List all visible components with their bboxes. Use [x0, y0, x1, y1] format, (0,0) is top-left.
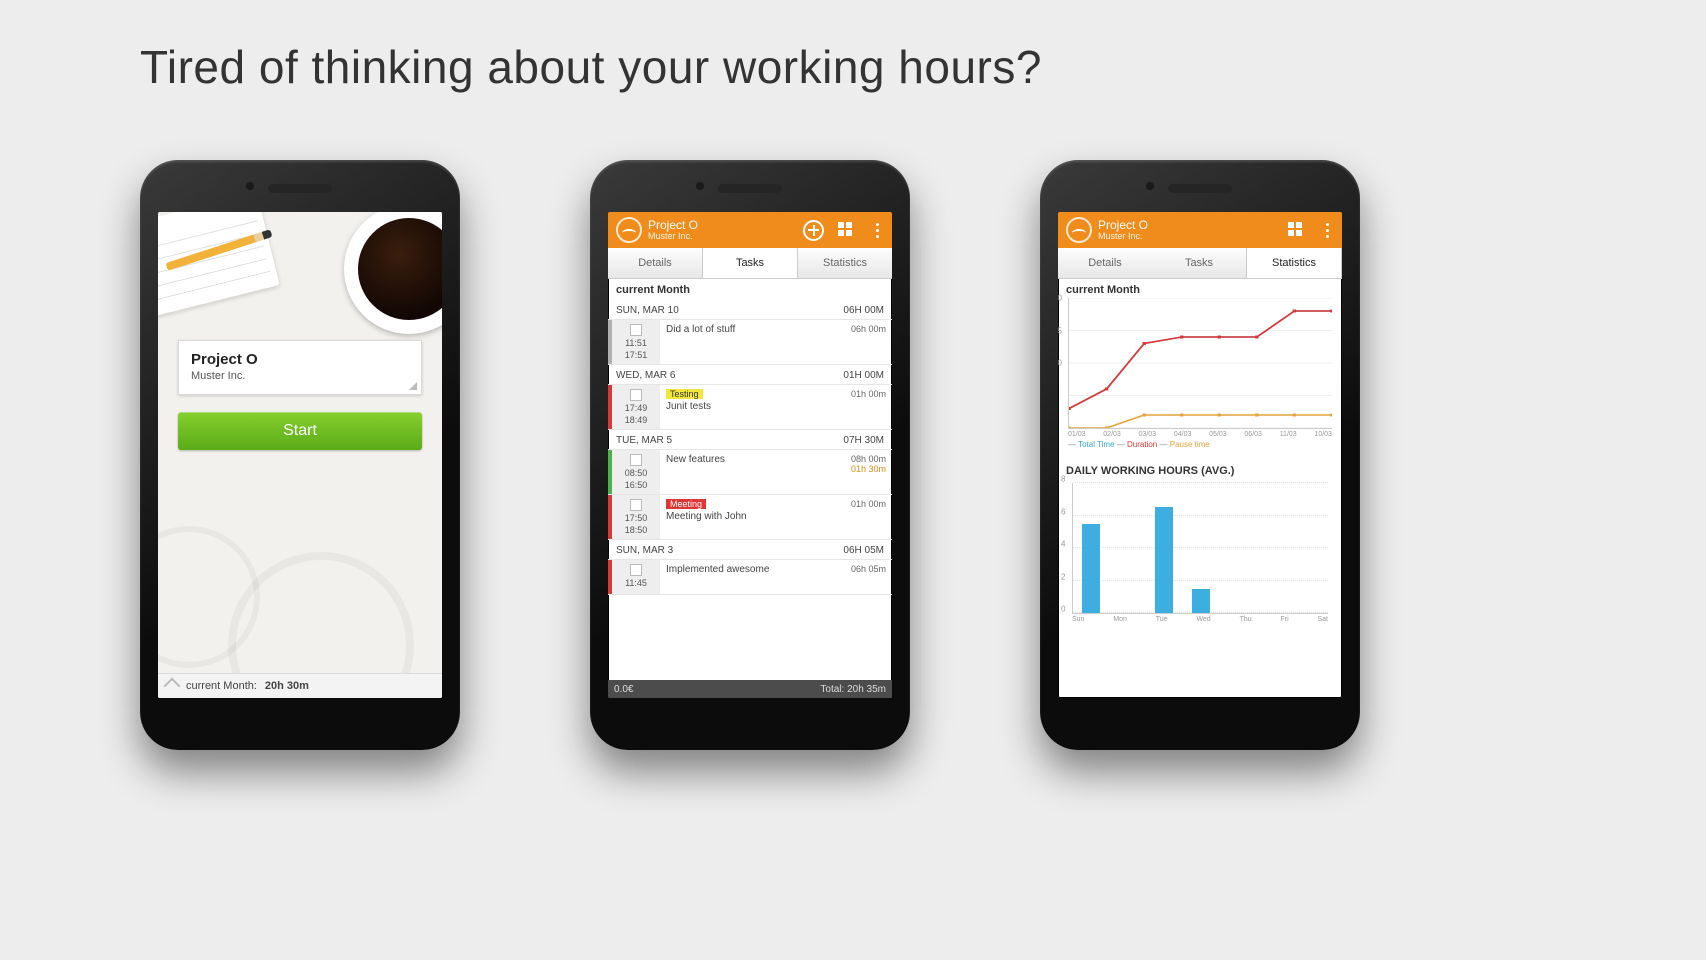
app-logo-icon: [616, 217, 642, 243]
time-column: 08:5016:50: [612, 450, 660, 494]
actionbar-title: Project O: [648, 219, 698, 232]
phone3-screen: Project O Muster Inc. Details Tasks Stat…: [1058, 212, 1342, 698]
checkbox-icon: [630, 454, 642, 466]
task-description: Implemented awesome: [666, 564, 769, 575]
task-description: New features: [666, 454, 725, 465]
task-tag: Testing: [666, 389, 703, 399]
start-button[interactable]: Start: [178, 412, 422, 450]
actionbar-subtitle: Muster Inc.: [648, 232, 698, 241]
task-description: Meeting with John: [666, 511, 747, 522]
actionbar: Project O Muster Inc.: [608, 212, 892, 248]
company-name: Muster Inc.: [191, 370, 409, 382]
task-row[interactable]: 08:5016:50 New features 08h 00m01h 30m: [608, 450, 892, 495]
tab-statistics[interactable]: Statistics: [798, 248, 892, 278]
task-description: Did a lot of stuff: [666, 324, 735, 335]
list-footer: 0.0€ Total: 20h 35m: [608, 680, 892, 698]
project-name: Project O: [191, 351, 409, 368]
phone-3: Project O Muster Inc. Details Tasks Stat…: [1040, 160, 1360, 750]
tabbar: Details Tasks Statistics: [608, 248, 892, 279]
line-chart: 05101520: [1068, 298, 1332, 429]
time-column: 11:45: [612, 560, 660, 594]
task-row[interactable]: 17:4918:49 Testing Junit tests 01h 00m: [608, 385, 892, 430]
project-selector-card[interactable]: Project O Muster Inc.: [178, 340, 422, 395]
summary-footer[interactable]: current Month: 20h 30m: [158, 673, 442, 698]
time-column: 11:5117:51: [612, 320, 660, 364]
task-duration: 01h 00m: [832, 495, 892, 539]
tab-details[interactable]: Details: [608, 248, 702, 278]
line-chart-title: current Month: [1058, 278, 1342, 298]
actionbar-subtitle: Muster Inc.: [1098, 232, 1148, 241]
bar-chart-xlabels: SunMonTueWedThuFriSat: [1072, 616, 1328, 623]
task-duration: 06h 05m: [832, 560, 892, 594]
day-header: SUN, MAR 306H 05M: [608, 540, 892, 560]
footer-value: 20h 30m: [265, 680, 309, 692]
section-title: current Month: [608, 278, 892, 300]
task-row[interactable]: 17:5018:50 Meeting Meeting with John 01h 00…: [608, 495, 892, 540]
tab-tasks[interactable]: Tasks: [702, 248, 798, 278]
phone1-screen: Timesheet Project O Muster Inc. Start: [158, 212, 442, 698]
overflow-icon[interactable]: [1319, 222, 1336, 239]
task-duration: 08h 00m01h 30m: [832, 450, 892, 494]
chevron-up-icon: [164, 678, 181, 695]
task-duration: 06h 00m: [832, 320, 892, 364]
checkbox-icon: [630, 324, 642, 336]
day-header: SUN, MAR 1006H 00M: [608, 300, 892, 320]
line-chart-xlabels: 01/0302/0303/0304/0305/0306/0311/0310/03: [1068, 431, 1332, 438]
bar: [1082, 524, 1100, 613]
phone-1: Timesheet Project O Muster Inc. Start: [140, 160, 460, 750]
app-logo-icon: [1066, 217, 1092, 243]
checkbox-icon: [630, 499, 642, 511]
overflow-icon[interactable]: [869, 222, 886, 239]
actionbar-title: Project O: [1098, 219, 1148, 232]
footer-label: current Month:: [186, 680, 257, 692]
tabbar: Details Tasks Statistics: [1058, 248, 1342, 279]
task-row[interactable]: 11:45 Implemented awesome 06h 05m: [608, 560, 892, 595]
tab-details[interactable]: Details: [1058, 248, 1152, 278]
checkbox-icon: [630, 389, 642, 401]
phone-2: Project O Muster Inc. Details Tasks Stat…: [590, 160, 910, 750]
footer-total: Total: 20h 35m: [820, 684, 886, 695]
phone2-screen: Project O Muster Inc. Details Tasks Stat…: [608, 212, 892, 698]
coffee-decor: [344, 212, 442, 334]
bar: [1192, 589, 1210, 613]
add-icon[interactable]: [803, 220, 824, 241]
time-column: 17:5018:50: [612, 495, 660, 539]
footer-cost: 0.0€: [614, 684, 633, 695]
time-column: 17:4918:49: [612, 385, 660, 429]
actionbar: Project O Muster Inc.: [1058, 212, 1342, 248]
bar: [1155, 507, 1173, 613]
day-header: TUE, MAR 507H 30M: [608, 430, 892, 450]
task-description: Junit tests: [666, 401, 711, 412]
bar-chart-title: DAILY WORKING HOURS (AVG.): [1058, 459, 1342, 479]
bar-chart: 02468: [1072, 483, 1328, 614]
page-headline: Tired of thinking about your working hou…: [140, 40, 1042, 94]
task-row[interactable]: 11:5117:51 Did a lot of stuff 06h 00m: [608, 320, 892, 365]
grid-icon[interactable]: [838, 222, 855, 239]
tab-tasks[interactable]: Tasks: [1152, 248, 1246, 278]
tab-statistics[interactable]: Statistics: [1246, 248, 1342, 278]
line-chart-legend: — Total Time — Duration — Pause time: [1068, 440, 1332, 449]
task-list[interactable]: current MonthSUN, MAR 1006H 00M11:5117:5…: [608, 278, 892, 680]
checkbox-icon: [630, 564, 642, 576]
task-tag: Meeting: [666, 499, 706, 509]
day-header: WED, MAR 601H 00M: [608, 365, 892, 385]
grid-icon[interactable]: [1288, 222, 1305, 239]
task-duration: 01h 00m: [832, 385, 892, 429]
